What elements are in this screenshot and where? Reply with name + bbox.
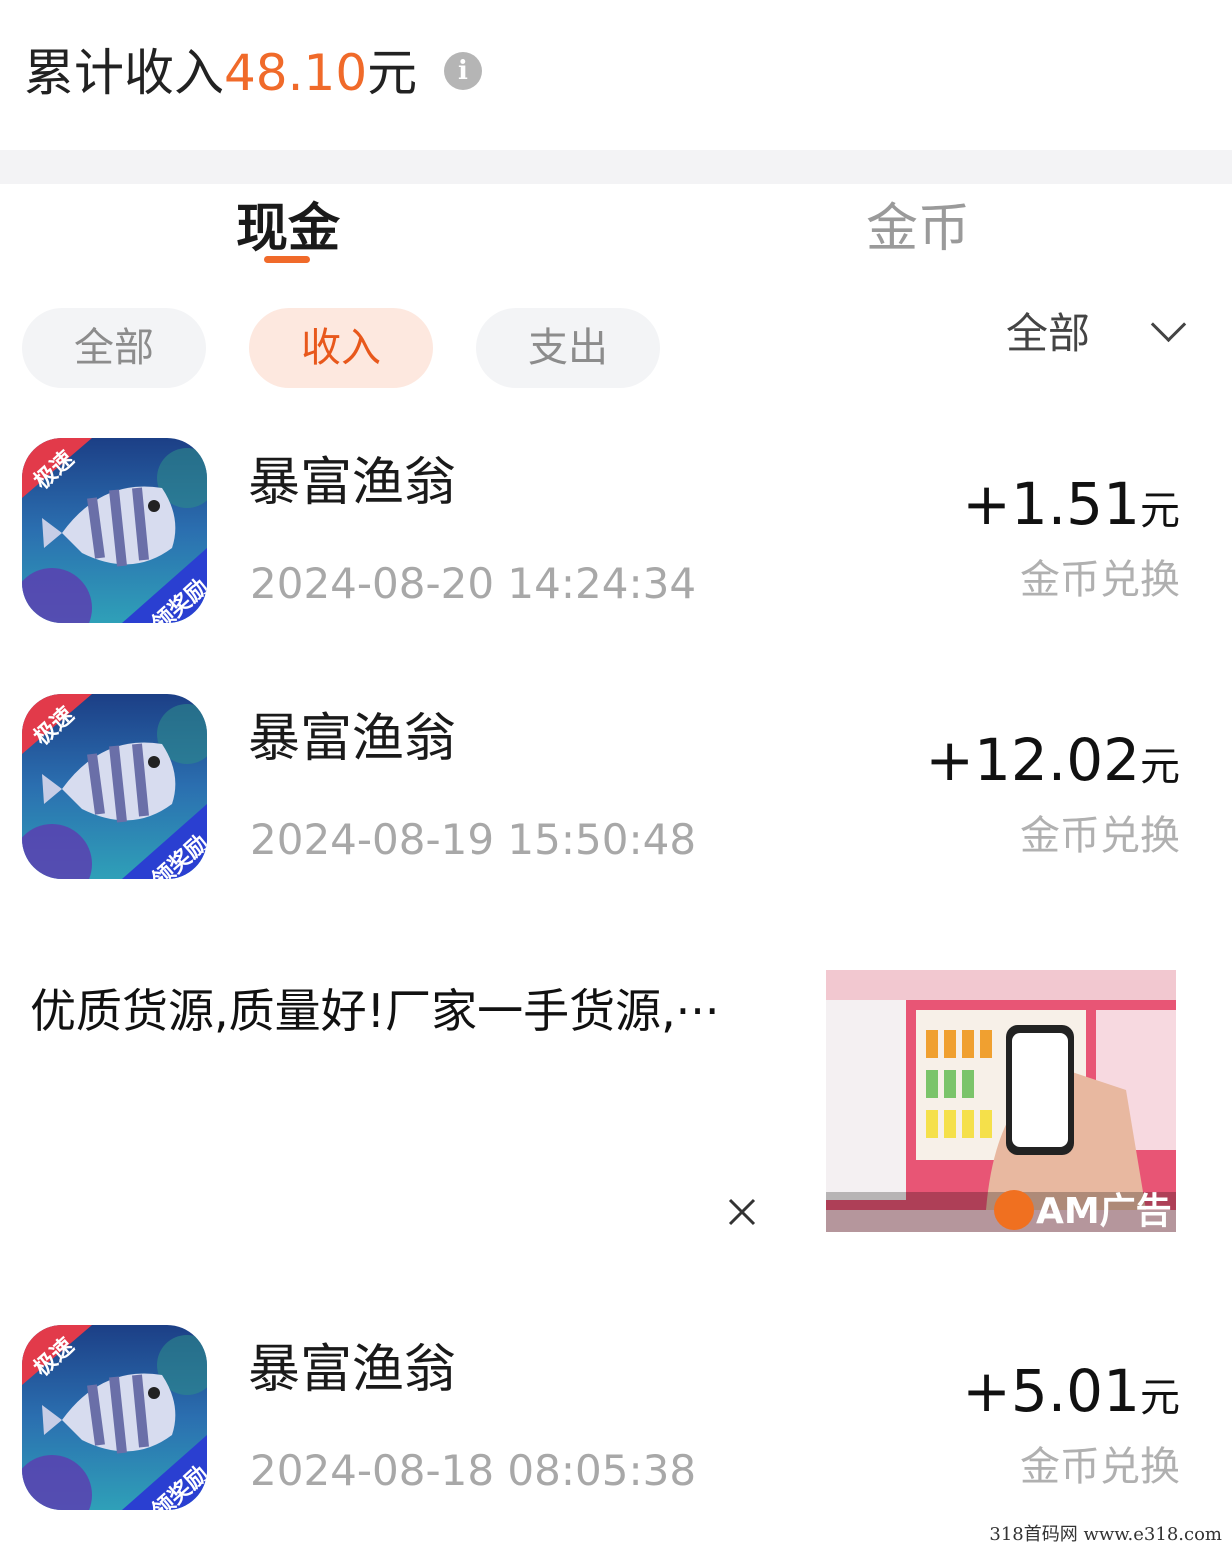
income-summary: 累计收入48.10元 i <box>0 0 1232 150</box>
summary-amount: 48.10 <box>224 44 368 102</box>
summary-unit: 元 <box>367 44 418 102</box>
transaction-note: 金币兑换 <box>1020 557 1180 603</box>
watermark: 318首码网 www.e318.com <box>989 1524 1222 1545</box>
transaction-amount: +12.02元 <box>925 724 1180 803</box>
tab-coin[interactable]: 金币 <box>866 196 970 262</box>
tab-active-indicator <box>264 256 310 263</box>
filter-chip-all[interactable]: 全部 <box>22 308 206 388</box>
transaction-amount: +1.51元 <box>962 468 1180 547</box>
amount-value: +1.51 <box>962 470 1140 538</box>
income-summary-text: 累计收入48.10元 <box>24 38 417 108</box>
range-select[interactable]: 全部 <box>1006 300 1187 360</box>
section-divider <box>0 150 1232 184</box>
close-icon[interactable] <box>722 1192 762 1232</box>
transaction-row[interactable]: 暴富渔翁 2024-08-18 08:05:38 +5.01元 金币兑换 <box>0 1325 1232 1525</box>
amount-value: +12.02 <box>925 726 1140 794</box>
tab-cash[interactable]: 现金 <box>236 196 340 262</box>
transaction-time: 2024-08-19 15:50:48 <box>250 815 697 864</box>
fish-game-app-icon <box>22 438 207 623</box>
filter-chip-income[interactable]: 收入 <box>249 308 433 388</box>
transaction-note: 金币兑换 <box>1020 813 1180 859</box>
transaction-time: 2024-08-18 08:05:38 <box>250 1446 697 1495</box>
amount-unit: 元 <box>1140 744 1180 790</box>
fish-game-app-icon <box>22 1325 207 1510</box>
transaction-row[interactable]: 暴富渔翁 2024-08-19 15:50:48 +12.02元 金币兑换 <box>0 694 1232 894</box>
transaction-title: 暴富渔翁 <box>248 1340 457 1400</box>
transaction-row[interactable]: 暴富渔翁 2024-08-20 14:24:34 +1.51元 金币兑换 <box>0 438 1232 638</box>
summary-label: 累计收入 <box>24 44 224 102</box>
range-select-label: 全部 <box>1006 308 1091 358</box>
transaction-title: 暴富渔翁 <box>248 709 457 769</box>
amount-unit: 元 <box>1140 488 1180 534</box>
ad-badge: AM广告 <box>1036 1191 1172 1232</box>
info-icon[interactable]: i <box>444 52 482 90</box>
ad-text: 优质货源,质量好!厂家一手货源,··· <box>30 984 720 1038</box>
transaction-title: 暴富渔翁 <box>248 453 457 513</box>
ad-banner[interactable]: 优质货源,质量好!厂家一手货源,··· AM广告 <box>0 966 1232 1236</box>
amount-unit: 元 <box>1140 1375 1180 1421</box>
transaction-time: 2024-08-20 14:24:34 <box>250 559 697 608</box>
filter-chip-expense[interactable]: 支出 <box>476 308 660 388</box>
fish-game-app-icon <box>22 694 207 879</box>
amount-value: +5.01 <box>962 1357 1140 1425</box>
transaction-amount: +5.01元 <box>962 1355 1180 1434</box>
transaction-note: 金币兑换 <box>1020 1444 1180 1490</box>
chevron-down-icon <box>1150 306 1187 342</box>
